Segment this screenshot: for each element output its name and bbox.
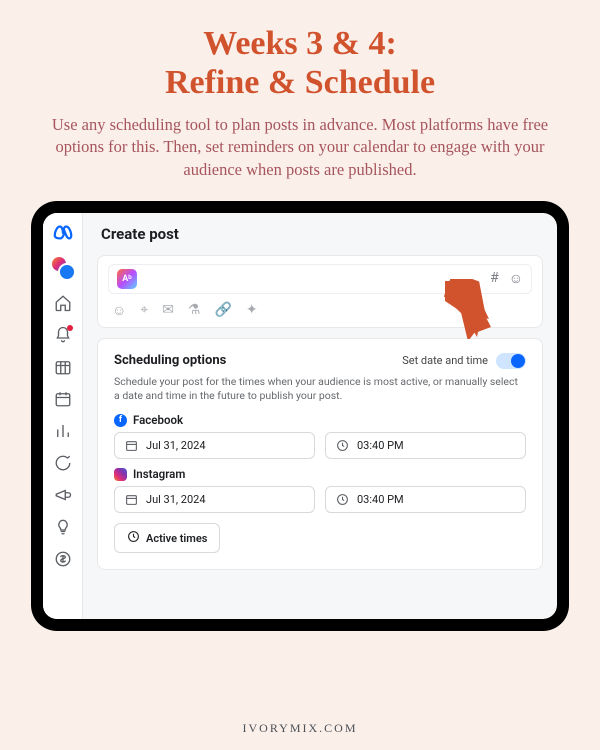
scheduling-description: Schedule your post for the times when yo…: [114, 375, 526, 403]
page-description: Use any scheduling tool to plan posts in…: [30, 114, 570, 181]
account-avatar-stack[interactable]: [50, 255, 76, 281]
compose-toolbar-card: Aᵇ # ☺ ☺ ⌖ ✉ ⚗ 🔗 ✦: [97, 255, 543, 328]
footer-brand: IVORYMIX.COM: [242, 707, 357, 736]
headline-line-1: Weeks 3 & 4:: [203, 25, 397, 62]
clock-small-icon: [127, 530, 140, 546]
ads-icon[interactable]: [53, 485, 73, 505]
main-column: Create post Aᵇ # ☺ ☺ ⌖ ✉ ⚗ 🔗: [83, 213, 557, 619]
calendar-icon[interactable]: [53, 389, 73, 409]
link-icon[interactable]: 🔗: [214, 302, 231, 319]
scheduling-card: Scheduling options Set date and time Sch…: [97, 338, 543, 570]
bell-icon[interactable]: [53, 325, 73, 345]
emoji-icon[interactable]: ☺: [509, 270, 523, 287]
facebook-label: f Facebook: [114, 413, 526, 427]
scheduling-title: Scheduling options: [114, 353, 226, 368]
messenger-icon[interactable]: ✉: [162, 302, 174, 319]
feeling-icon[interactable]: ☺: [112, 302, 126, 319]
meta-logo-icon[interactable]: [52, 221, 74, 243]
nav-rail: [43, 213, 83, 619]
active-times-button[interactable]: Active times: [114, 523, 220, 553]
tablet-device-frame: Create post Aᵇ # ☺ ☺ ⌖ ✉ ⚗ 🔗: [31, 201, 569, 631]
facebook-time-value: 03:40 PM: [357, 439, 404, 452]
headline-line-2: Refine & Schedule: [165, 64, 435, 101]
idea-icon[interactable]: [53, 517, 73, 537]
app-screen: Create post Aᵇ # ☺ ☺ ⌖ ✉ ⚗ 🔗: [43, 213, 557, 619]
hashtag-icon[interactable]: #: [490, 270, 499, 287]
calendar-small-icon: [125, 439, 138, 452]
instagram-name: Instagram: [133, 467, 185, 481]
insights-icon[interactable]: [53, 421, 73, 441]
ab-test-badge-icon[interactable]: Aᵇ: [117, 269, 137, 289]
calendar-small-icon: [125, 493, 138, 506]
facebook-time-field[interactable]: 03:40 PM: [325, 432, 526, 459]
instagram-label: Instagram: [114, 467, 526, 481]
location-pin-icon[interactable]: ⌖: [140, 302, 148, 319]
instagram-time-field[interactable]: 03:40 PM: [325, 486, 526, 513]
compose-top-row: Aᵇ # ☺: [108, 264, 532, 294]
instagram-icon: [114, 468, 127, 481]
compose-icon-row: ☺ ⌖ ✉ ⚗ 🔗 ✦: [108, 302, 532, 319]
set-date-time-toggle[interactable]: [496, 353, 526, 369]
flask-icon[interactable]: ⚗: [188, 302, 201, 319]
clock-small-icon: [336, 493, 349, 506]
toggle-label: Set date and time: [402, 354, 488, 367]
facebook-date-value: Jul 31, 2024: [146, 439, 206, 452]
facebook-date-field[interactable]: Jul 31, 2024: [114, 432, 315, 459]
instagram-time-value: 03:40 PM: [357, 493, 404, 506]
active-times-label: Active times: [146, 532, 207, 545]
inbox-icon[interactable]: [53, 453, 73, 473]
page-title: Create post: [101, 225, 543, 243]
planner-icon[interactable]: [53, 357, 73, 377]
home-icon[interactable]: [53, 293, 73, 313]
clock-small-icon: [336, 439, 349, 452]
instagram-date-field[interactable]: Jul 31, 2024: [114, 486, 315, 513]
instagram-date-value: Jul 31, 2024: [146, 493, 206, 506]
sparkle-icon[interactable]: ✦: [246, 302, 258, 319]
facebook-name: Facebook: [133, 413, 183, 427]
page-headline: Weeks 3 & 4: Refine & Schedule: [165, 24, 435, 102]
facebook-icon: f: [114, 414, 127, 427]
monetization-icon[interactable]: [53, 549, 73, 569]
